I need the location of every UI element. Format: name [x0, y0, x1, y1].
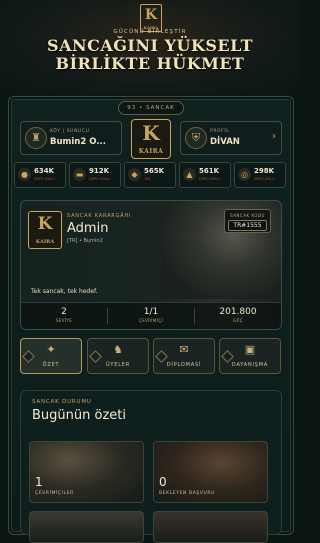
pending-count: 0: [159, 475, 167, 489]
stat-level: 2 SEVİYE: [55, 307, 73, 323]
banner-code-value[interactable]: TR#1555: [228, 220, 267, 231]
resource-value: 565K: [144, 167, 165, 175]
hero-title-line1: SANCAĞINI YÜKSELT: [47, 36, 253, 55]
shield-icon: ⛨: [185, 127, 207, 149]
wood-icon: ▬: [73, 168, 86, 181]
bread-icon: ●: [18, 168, 31, 181]
banner-code-label: SANCAK KODU: [230, 213, 265, 218]
resource-bar: ● 634K DEPO DOLU ▬ 912K DEPO DOLU ◆ 565K…: [14, 162, 286, 188]
tab-label: ÖZET: [42, 362, 60, 368]
tab-solidarity[interactable]: ▣ DAYANIŞMA: [219, 338, 281, 374]
banner-logo: K KAIRA: [28, 211, 62, 249]
banner-stats: 2 SEVİYE 1/1 ÇEVRİMİÇİ 201.800 GÜÇ: [21, 302, 281, 329]
profile-button[interactable]: ⛨ PROFİL DİVAN ›: [180, 121, 282, 155]
resource-item: ◎ 298K DEPO DOLU: [234, 162, 286, 188]
banner-headquarters-card: K KAIRA SANCAK KARARGÂHI Admin [TR] • Bu…: [20, 200, 282, 330]
stone-icon: ◆: [128, 168, 141, 181]
brand-logo: K KAIRA: [140, 4, 162, 32]
summary-card[interactable]: [29, 511, 144, 543]
banner-server-tag: [TR] • Bumin2: [67, 238, 103, 244]
resource-value: 912K: [89, 167, 110, 175]
banner-motto: Tek sancak, tek hedef.: [31, 288, 98, 295]
village-server-selector[interactable]: ♜ KÖY | SUNUCU Bumin2 O...: [20, 121, 122, 155]
resource-item: ◆ 565K TAŞ: [124, 162, 176, 188]
card-section-label: SANCAK KARARGÂHI: [67, 213, 132, 219]
village-server-label: KÖY | SUNUCU: [50, 129, 90, 134]
summary-card[interactable]: [153, 511, 268, 543]
tab-label: DAYANIŞMA: [231, 362, 269, 368]
diamond-ornament-icon: [89, 350, 102, 363]
resource-value: 634K: [34, 167, 55, 175]
resource-label: DEPO DOLU: [254, 177, 275, 181]
banner-emblem: K KAIRA: [131, 119, 171, 159]
stat-online: 1/1 ÇEVRİMİÇİ: [138, 307, 164, 323]
supplies-icon: ▣: [244, 343, 256, 356]
hero-title-line2: BİRLİKTE HÜKMET: [55, 54, 245, 73]
resource-label: DEPO DOLU: [89, 177, 110, 181]
resource-value: 298K: [254, 167, 275, 175]
tagline: GÜCÜNÜ BİRLEŞTİR: [113, 29, 187, 35]
pending-label: BEKLEYEN BAŞVURU: [159, 491, 216, 496]
castle-icon: ♜: [25, 127, 47, 149]
resource-item: ▬ 912K DEPO DOLU: [69, 162, 121, 188]
village-server-value: Bumin2 O...: [50, 137, 106, 147]
resource-label: DEPO DOLU: [34, 177, 55, 181]
banner-leader-name: Admin: [67, 221, 109, 236]
pending-applications-card[interactable]: 0 BEKLEYEN BAŞVURU: [153, 441, 268, 503]
resource-item: ● 634K DEPO DOLU: [14, 162, 66, 188]
online-count: 1: [35, 475, 43, 489]
soldiers-icon: ♞: [113, 343, 123, 356]
resource-label: DEPO DOLU: [199, 177, 220, 181]
gold-icon: ◎: [238, 168, 251, 181]
diamond-ornament-icon: [22, 350, 35, 363]
tab-summary[interactable]: ✦ ÖZET: [20, 338, 82, 374]
online-members-card[interactable]: 1 ÇEVRİMİÇİLER: [29, 441, 144, 503]
chevron-right-icon: ›: [272, 131, 276, 142]
scroll-icon: ✉: [179, 343, 189, 356]
stat-power: 201.800 GÜÇ: [219, 307, 257, 323]
online-label: ÇEVRİMİÇİLER: [35, 491, 74, 496]
profile-value: DİVAN: [210, 137, 240, 147]
resource-item: ▲ 561K DEPO DOLU: [179, 162, 231, 188]
resource-value: 561K: [199, 167, 220, 175]
compass-icon: ✦: [46, 343, 56, 356]
resource-label: TAŞ: [144, 177, 151, 181]
banner-count-badge: 93 • SANCAK: [118, 101, 184, 115]
tab-diplomacy[interactable]: ✉ DİPLOMASİ: [153, 338, 215, 374]
diamond-ornament-icon: [155, 350, 168, 363]
banner-code-box[interactable]: SANCAK KODU TR#1555: [224, 209, 271, 233]
banner-status-section: SANCAK DURUMU Bugünün özeti 1 ÇEVRİMİÇİL…: [20, 390, 282, 543]
tab-members[interactable]: ♞ ÜYELER: [87, 338, 149, 374]
diamond-ornament-icon: [221, 350, 234, 363]
status-section-label: SANCAK DURUMU: [32, 399, 92, 405]
status-section-title: Bugünün özeti: [32, 408, 126, 423]
iron-icon: ▲: [183, 168, 196, 181]
profile-label: PROFİL: [210, 129, 230, 134]
tab-label: ÜYELER: [105, 362, 131, 368]
tab-label: DİPLOMASİ: [166, 362, 202, 368]
